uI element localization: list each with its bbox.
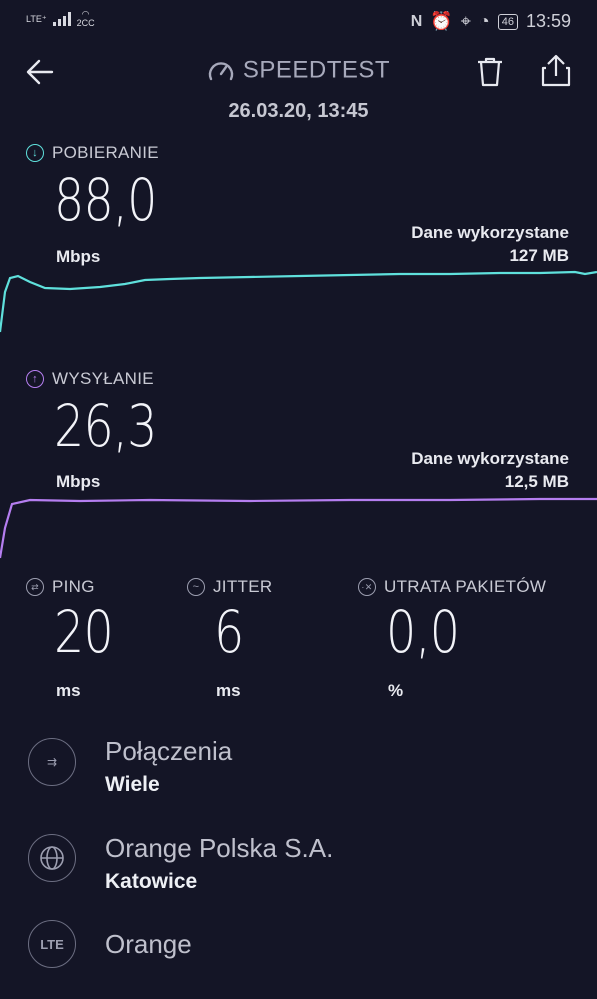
packet-loss-label-text: UTRATA PAKIETÓW — [384, 577, 547, 596]
network-title: Orange — [105, 929, 192, 959]
alarm-icon: ⏰ — [430, 11, 453, 31]
globe-icon — [28, 834, 76, 882]
provider-row — [28, 834, 76, 882]
network-sub: 2CC — [76, 18, 95, 28]
jitter-label: ~ JITTER — [187, 577, 272, 597]
upload-data-used: Dane wykorzystane 12,5 MB — [411, 447, 569, 493]
title-text: SPEEDTEST — [242, 56, 391, 84]
download-value: 88,0 — [54, 166, 157, 234]
upload-graph — [0, 497, 597, 559]
provider-title: Orange Polska S.A. — [105, 833, 334, 863]
packet-loss-icon: ·✕ — [358, 578, 376, 596]
ping-label-text: PING — [52, 577, 95, 596]
packet-loss-value: 0,0 — [386, 598, 460, 666]
ping-icon: ⇄ — [26, 578, 44, 596]
status-icons: N ⏰ ⌖ ◔ 46 13:59 — [411, 11, 571, 32]
connections-icon: ⇉ — [28, 738, 76, 786]
upload-graph-line — [0, 497, 597, 559]
download-label: ↓ POBIERANIE — [26, 143, 159, 163]
location-icon: ⌖ — [460, 11, 471, 31]
connections-row: ⇉ — [28, 738, 76, 786]
network-type: LTE⁺ — [26, 13, 47, 24]
jitter-label-text: JITTER — [213, 577, 273, 596]
signal-icon — [52, 12, 71, 26]
signal-indicator: LTE⁺ ◠ 2CC — [26, 10, 95, 28]
speedtest-icon: ◔ — [478, 11, 490, 31]
status-time: 13:59 — [525, 11, 571, 31]
upload-label-text: WYSYŁANIE — [52, 369, 154, 388]
provider-location: Katowice — [105, 870, 198, 893]
connections-title: Połączenia — [105, 736, 233, 766]
download-data-used-label: Dane wykorzystane — [411, 223, 569, 242]
speedometer-icon — [208, 61, 234, 80]
download-graph — [0, 270, 597, 333]
download-graph-line — [0, 270, 597, 333]
status-bar: LTE⁺ ◠ 2CC N ⏰ ⌖ ◔ 46 13:59 — [0, 0, 597, 44]
battery-icon: 46 — [497, 13, 518, 30]
network-row: LTE — [28, 920, 76, 968]
ping-value: 20 — [54, 598, 114, 666]
ping-label: ⇄ PING — [26, 577, 95, 597]
upload-label: ↑ WYSYŁANIE — [26, 369, 154, 389]
packet-loss-label: ·✕ UTRATA PAKIETÓW — [358, 577, 546, 597]
download-label-text: POBIERANIE — [52, 143, 159, 162]
test-date: 26.03.20, 13:45 — [228, 100, 369, 122]
packet-loss-unit: % — [388, 681, 404, 700]
share-icon[interactable] — [540, 54, 572, 88]
upload-data-used-label: Dane wykorzystane — [411, 449, 569, 468]
connections-value: Wiele — [105, 773, 160, 796]
download-icon: ↓ — [26, 144, 44, 162]
page-title: SPEEDTEST — [0, 56, 597, 85]
trash-icon[interactable] — [475, 56, 505, 88]
jitter-unit: ms — [216, 681, 241, 700]
upload-value: 26,3 — [54, 392, 157, 460]
nfc-icon: N — [410, 12, 423, 30]
jitter-icon: ~ — [187, 578, 205, 596]
download-data-used: Dane wykorzystane 127 MB — [411, 221, 569, 267]
ping-unit: ms — [56, 681, 81, 700]
jitter-value: 6 — [214, 598, 244, 666]
lte-icon: LTE — [28, 920, 76, 968]
upload-icon: ↑ — [26, 370, 44, 388]
